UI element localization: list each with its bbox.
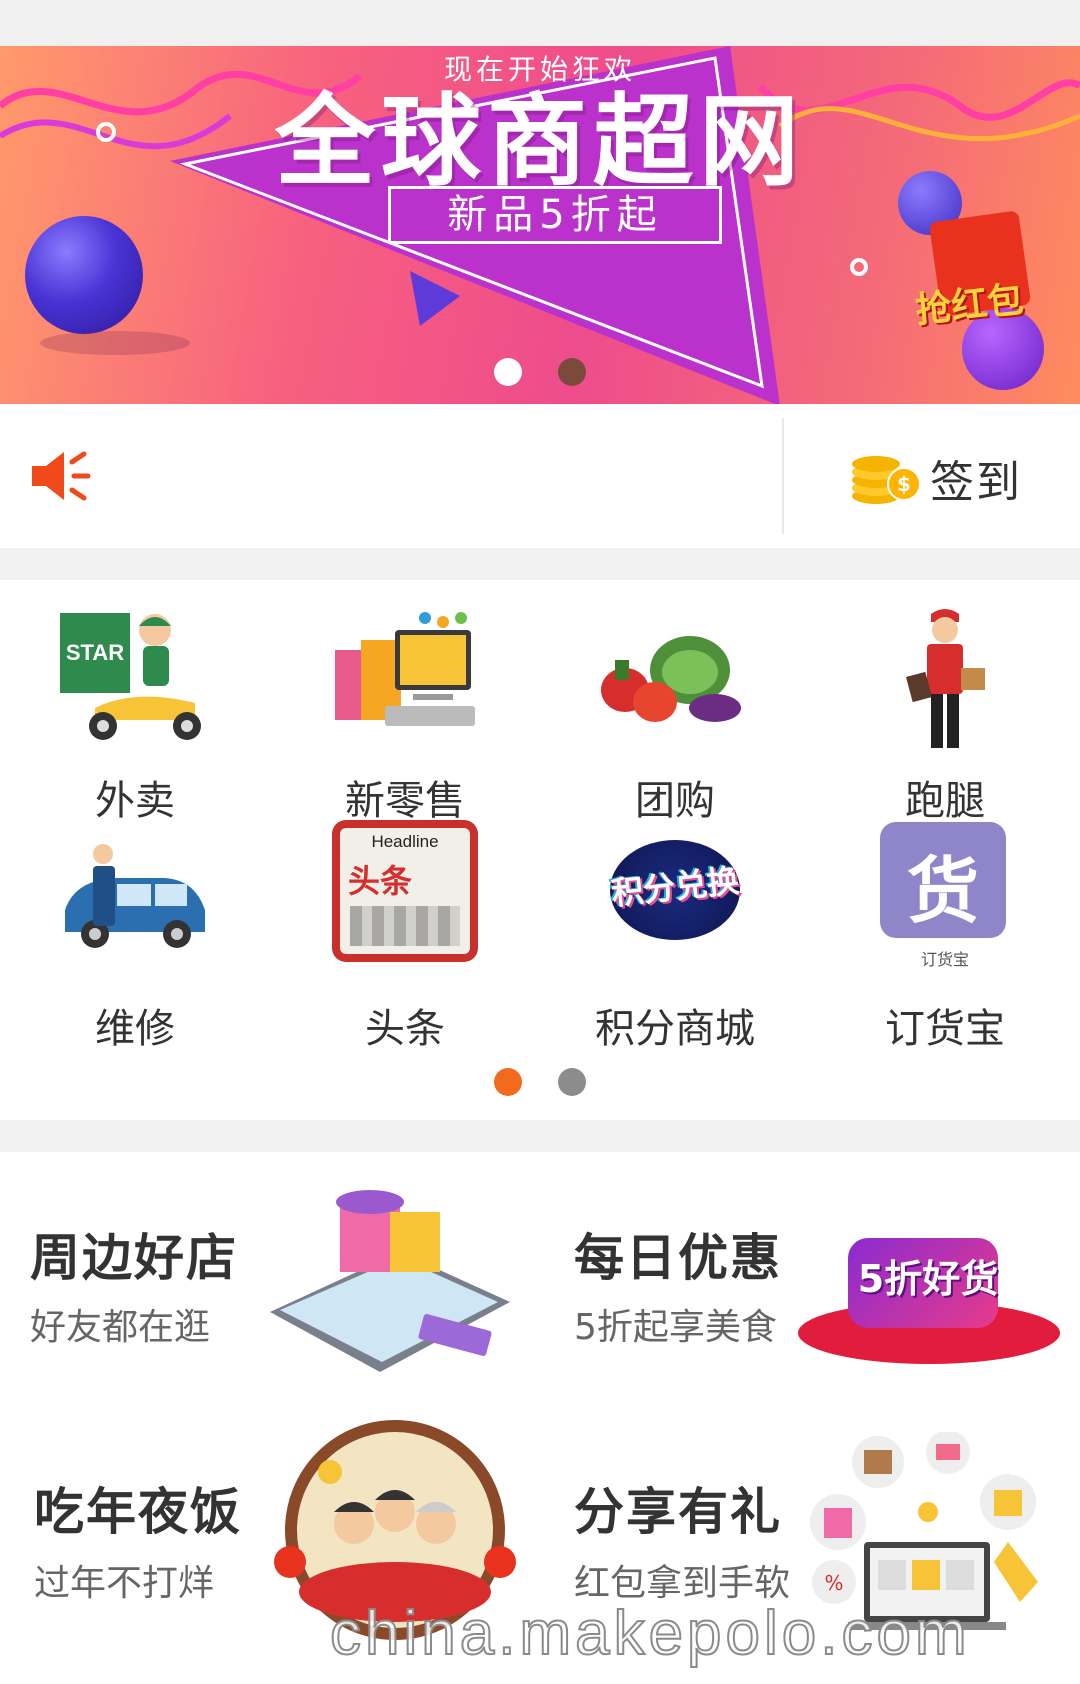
delivery-scooter-icon: STAR [60, 613, 201, 740]
discount-badge: 5折好货 [798, 1222, 1060, 1372]
grid-item-xinlingshou[interactable]: 新零售 [270, 580, 540, 824]
headline-newspaper-icon: Headline 头条 [332, 820, 478, 962]
promo-card-nearby-shops[interactable]: 周边好店 好友都在逛 [0, 1152, 540, 1412]
signin-button[interactable]: 签到 [930, 446, 1022, 510]
pagination-dot-active[interactable] [494, 1068, 523, 1096]
vegetables-icon [601, 636, 741, 722]
promo-title: 周边好店 [30, 1229, 238, 1287]
grid-item-weixiu[interactable]: 维修 [0, 820, 270, 1052]
promo-banner[interactable]: 抢红包 现在开始狂欢 全球商超网 新品5折起 [0, 46, 1080, 404]
grid-item-label: 积分商城 [595, 1006, 755, 1052]
courier-icon [905, 609, 985, 748]
grid-item-label: 头条 [365, 1006, 445, 1052]
grid-item-label: 维修 [95, 1006, 175, 1052]
order-goods-icon: 货 [880, 822, 1006, 938]
discount-badge-text: 5折好货 [857, 1257, 999, 1301]
coins-icon[interactable]: $ [846, 440, 926, 510]
headline-badge: 头条 [348, 862, 413, 900]
repair-car-icon [65, 844, 205, 948]
grid-item-label: 订货宝 [885, 1006, 1005, 1052]
decor-shadow [40, 331, 190, 355]
grid-item-label: 跑腿 [905, 778, 985, 824]
promo-title: 吃年夜饭 [34, 1483, 242, 1541]
grid-item-toutiao[interactable]: Headline 头条 头条 [270, 820, 540, 1052]
grid-item-label: 新零售 [345, 778, 465, 824]
promo-card-daily-deals[interactable]: 每日优惠 5折起享美食 5折好货 [540, 1152, 1080, 1412]
decor-ball [25, 216, 143, 334]
grid-item-paotui[interactable]: 跑腿 [810, 580, 1080, 824]
grid-item-waimai[interactable]: STAR 外卖 [0, 580, 270, 824]
pagination-dot-active[interactable] [494, 358, 523, 386]
phone-shop-illustration [270, 1190, 510, 1372]
speaker-icon[interactable] [28, 448, 92, 504]
divider [782, 418, 784, 534]
promo-subtitle: 好友都在逛 [30, 1307, 211, 1348]
order-goods-caption: 订货宝 [920, 950, 969, 969]
pagination-dot[interactable] [557, 358, 586, 386]
grid-item-dinghuobao[interactable]: 货 订货宝 订货宝 [810, 820, 1080, 1052]
watermark: china.makepolo.com [329, 1598, 971, 1669]
retail-computer-icon [335, 612, 475, 726]
function-grid: STAR 外卖 新零售 团购 跑腿 维修 Headline 头条 头条 积分兑换… [0, 580, 1080, 1120]
promo-title: 分享有礼 [574, 1483, 782, 1541]
grid-pagination [0, 1068, 1080, 1100]
promo-subtitle: 过年不打烊 [34, 1563, 215, 1604]
promo-title: 每日优惠 [574, 1229, 782, 1287]
banner-tagline: 新品5折起 [388, 186, 722, 244]
svg-text:STAR: STAR [66, 640, 124, 665]
banner-pagination [0, 358, 1080, 390]
grid-item-label: 团购 [635, 778, 715, 824]
svg-text:$: $ [897, 472, 911, 496]
status-strip [0, 0, 1080, 46]
grid-item-tuangou[interactable]: 团购 [540, 580, 810, 824]
red-packet-icon: 抢红包 [914, 206, 1032, 332]
promo-subtitle: 5折起享美食 [574, 1307, 777, 1348]
order-goods-glyph: 货 [906, 849, 979, 933]
grid-item-label: 外卖 [95, 778, 175, 824]
points-exchange-icon: 积分兑换 [600, 834, 750, 944]
headline-text: Headline [371, 832, 439, 851]
grid-item-jifen[interactable]: 积分兑换 积分商城 [540, 820, 810, 1052]
svg-text:%: % [824, 1571, 843, 1595]
pagination-dot[interactable] [557, 1068, 586, 1096]
banner-title: 全球商超网 [275, 83, 805, 200]
decor-ring [850, 258, 868, 276]
